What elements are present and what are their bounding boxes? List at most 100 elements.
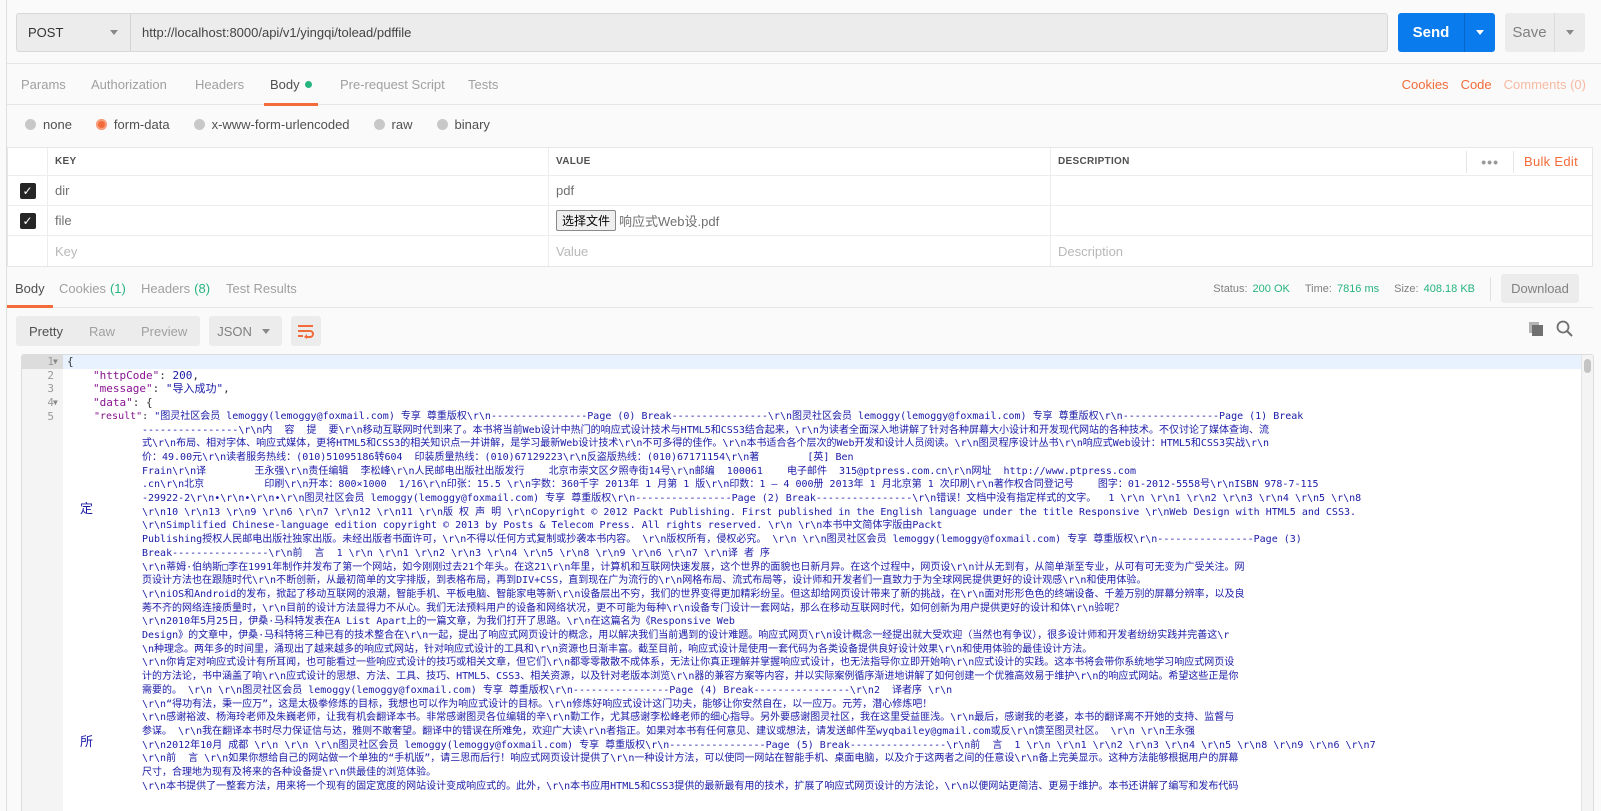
url-input[interactable]: http://localhost:8000/api/v1/yingqi/tole… [131,13,1388,52]
wrap-lines-button[interactable] [291,316,322,346]
choose-file-button[interactable]: 选择文件 [556,210,617,231]
code-line-result: 5 "result": "图灵社区会员 lemoggy(lemoggy@foxm… [22,410,1581,794]
result-text-line: .cn\r\n北京 印刷\r\n开本：800×1000 1/16\r\n印张：1… [142,479,1319,491]
code-text: "httpCode": 200, [93,368,199,382]
radio-x-www-form-urlencoded[interactable]: x-www-form-urlencoded [193,117,350,132]
radio-binary[interactable]: binary [436,117,490,132]
tab-authorization[interactable]: Authorization [91,64,167,105]
new-value-input[interactable]: Value [549,236,1051,266]
search-icon[interactable] [1556,320,1573,337]
header-description-cell: DESCRIPTION ••• Bulk Edit [1051,148,1592,175]
send-dropdown[interactable] [1465,13,1495,52]
description-input[interactable] [1051,206,1592,235]
copy-icon[interactable] [1528,321,1544,337]
result-text-line: 页设计方法也在跟随时代\r\n不断创新，从最初简单的文字排版，到表格布局，再到D… [142,575,1147,587]
key-input[interactable]: dir [48,176,549,205]
value-input[interactable]: pdf [549,176,1051,205]
result-text-line: \r\niOS和Android的发布，掀起了移动互联网的浪潮，智能手机、平板电脑… [142,588,1245,600]
radio-form-data[interactable]: form-data [95,117,170,132]
new-description-input[interactable]: Description [1051,236,1592,266]
view-preview[interactable]: Preview [128,324,200,339]
format-select[interactable]: JSON [209,316,283,346]
radio-none[interactable]: none [25,117,72,132]
checkbox-checked[interactable]: ✓ [19,212,36,229]
request-tabs: Params Authorization Headers Body Pre-re… [7,63,1601,106]
code-content: 1 ▼ { 2 "httpCode": 200, 3 "message": "导入… [22,355,1581,794]
code-line: 1 ▼ { [22,355,1581,369]
result-text-line: 计的方法论，书中涵盖了响\r\n应式设计的思想、方法、工具、技巧、HTML5、C… [142,671,1239,683]
code-link[interactable]: Code [1461,77,1492,92]
send-label[interactable]: Send [1398,13,1465,52]
chevron-down-icon [1566,30,1574,35]
key-input[interactable]: file [48,206,549,235]
size-value: 408.18 KB [1423,282,1475,295]
tab-pre-request-script[interactable]: Pre-request Script [340,64,445,105]
tab-params[interactable]: Params [21,64,66,105]
margin-glyph: 定 [80,501,94,517]
radio-circle[interactable] [25,118,36,130]
row-checkbox-cell: ✓ [8,176,48,205]
new-key-input[interactable]: Key [48,236,549,266]
save-dropdown[interactable] [1555,13,1585,52]
line-number: 5 [47,409,54,423]
code-line: 2 "httpCode": 200, [22,369,1581,383]
checkbox-checked[interactable]: ✓ [19,182,36,199]
body-type-radios: none form-data x-www-form-urlencoded raw… [25,113,514,135]
save-label[interactable]: Save [1505,13,1555,52]
tab-body[interactable]: Body [264,64,318,106]
response-body-editor[interactable]: 1 ▼ { 2 "httpCode": 200, 3 "message": "导入… [21,354,1594,811]
tab-headers[interactable]: Headers [195,64,244,105]
tab-label: Body [15,281,45,296]
resp-tab-headers[interactable]: Headers (8) [141,270,210,307]
size-label: Size: [1394,282,1419,295]
form-data-table: KEY VALUE DESCRIPTION ••• Bulk Edit ✓ di… [7,147,1593,267]
send-button[interactable]: Send [1398,13,1495,52]
result-text-line: \n种理念。两年多的时间里，涌现出了越来越多的响应式网站，针对响应式设计的工具和… [142,643,1093,655]
view-raw[interactable]: Raw [76,324,128,339]
description-input[interactable] [1051,176,1592,205]
fold-arrow-icon[interactable]: ▼ [53,396,58,410]
tab-tests[interactable]: Tests [468,64,498,105]
resp-tab-cookies[interactable]: Cookies (1) [59,270,126,307]
response-view-toolbar: Pretty Raw Preview JSON [16,316,322,346]
radio-circle-selected[interactable] [95,118,107,130]
result-text-line: \r\n蒂姆·伯纳斯□李在1991年制作并发布了第一个网站，如今刚刚过去21个年… [142,561,1245,573]
code-text: "message": "导入成功", [93,382,230,396]
scrollbar-thumb[interactable] [1584,359,1591,373]
resp-tab-body[interactable]: Body [7,270,53,308]
save-button[interactable]: Save [1505,13,1585,52]
more-icon[interactable]: ••• [1466,150,1514,173]
json-key: "data" [93,396,133,410]
code-line: 3 "message": "导入成功", [22,382,1581,396]
radio-circle[interactable] [436,118,448,130]
body-set-indicator [304,81,312,88]
line-number: 2 [47,368,54,382]
radio-raw[interactable]: raw [373,117,413,132]
result-text-line: ----------------\r\n内 容 提 要\r\n移动互联网时代到来… [142,424,1269,436]
result-text-line: Break----------------\r\n前 言 1 \r\n \r\n… [142,547,770,559]
tab-label: Headers [195,77,245,92]
result-wrapper: "result": "图灵社区会员 lemoggy(lemoggy@foxmai… [22,410,1581,794]
divider [1490,276,1491,301]
wrap-icon [298,325,315,339]
radio-circle[interactable] [193,118,205,130]
comments-link[interactable]: Comments (0) [1504,77,1586,92]
download-button[interactable]: Download [1501,274,1579,303]
view-pretty[interactable]: Pretty [16,324,76,339]
table-row: ✓ file 选择文件 响应式Web设.pdf [8,206,1592,236]
chevron-down-icon [110,30,118,35]
chevron-down-icon [1476,30,1484,35]
json-number: 200 [172,368,193,382]
time-label: Time: [1304,282,1332,295]
tab-label: Pre-request Script [340,77,445,92]
cookies-link[interactable]: Cookies [1402,77,1449,92]
tab-label: Params [21,77,66,92]
method-select[interactable]: POST [16,13,131,52]
radio-circle[interactable] [373,118,385,130]
result-text-line: \r\n前 言 \r\n如果你想给自己的网站做一个单独的“手机版”，请三思而后行… [142,753,1239,765]
editor-scrollbar[interactable] [1581,355,1593,811]
bulk-edit-link[interactable]: Bulk Edit [1514,154,1592,169]
result-text-line: \r\n2012年10月 成都 \r\n \r\n \r\n图灵社区会员 lem… [142,739,1376,751]
resp-tab-test-results[interactable]: Test Results [226,270,297,307]
fold-arrow-icon[interactable]: ▼ [53,355,58,369]
